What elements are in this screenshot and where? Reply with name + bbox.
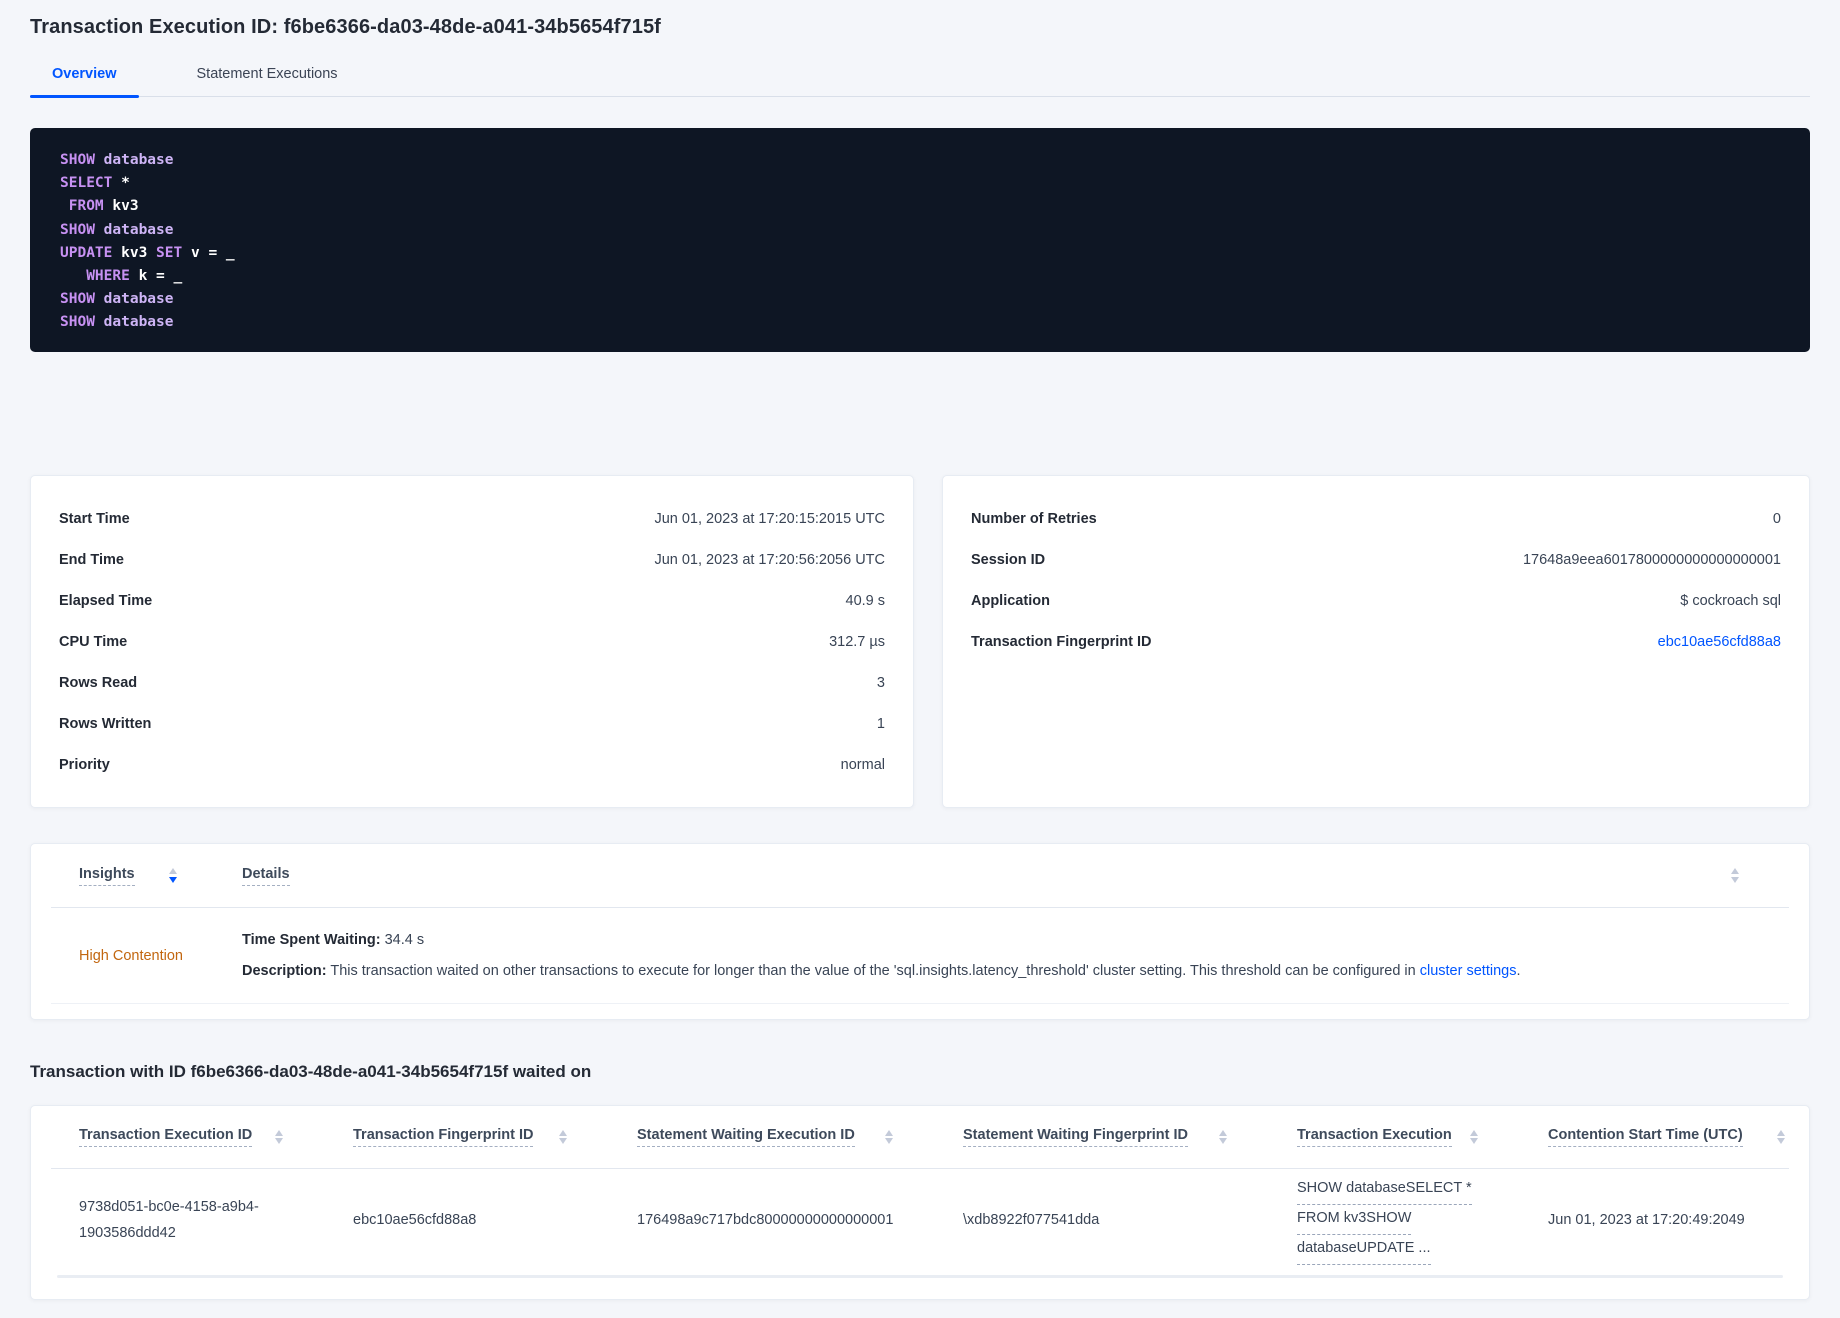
session-id-value: 17648a9eea6017800000000000000001 xyxy=(1522,551,1781,568)
cluster-settings-link[interactable]: cluster settings xyxy=(1420,963,1517,979)
summary-row: Number of Retries 0 xyxy=(971,510,1781,527)
tab-statement-executions[interactable]: Statement Executions xyxy=(175,66,360,96)
insight-details: Time Spent Waiting: 34.4 s Description: … xyxy=(242,925,1789,987)
sort-icon[interactable] xyxy=(1219,1129,1227,1145)
session-summary-card: Number of Retries 0 Session ID 17648a9eea6… xyxy=(942,475,1810,808)
sort-desc-icon xyxy=(885,1138,893,1145)
sql-line: SHOW database xyxy=(60,221,174,238)
cell-transaction-fingerprint-id: ebc10ae56cfd88a8 xyxy=(353,1212,477,1228)
waited-on-table-card: Transaction Execution ID Transaction Fin… xyxy=(30,1105,1810,1300)
summary-row: Rows Written 1 xyxy=(59,715,885,732)
execution-summary-card: Start Time Jun 01, 2023 at 17:20:15:2015 … xyxy=(30,475,914,808)
sql-line: UPDATE kv3 SET v = _ xyxy=(60,244,235,261)
summary-row: Elapsed Time 40.9 s xyxy=(59,592,886,609)
waited-on-heading: Transaction with ID f6be6366-da03-48de-a… xyxy=(30,1062,592,1081)
sort-asc-icon xyxy=(1777,1129,1785,1136)
sort-asc-icon xyxy=(885,1129,893,1136)
summary-row: Rows Read 3 xyxy=(59,674,885,691)
row-divider xyxy=(57,1275,1783,1278)
rows-read-value: 3 xyxy=(876,674,885,691)
insight-type-label: High Contention xyxy=(79,947,183,964)
summary-row: Start Time Jun 01, 2023 at 17:20:15:2015 … xyxy=(59,510,885,527)
transaction-fingerprint-link[interactable]: ebc10ae56cfd88a8 xyxy=(1658,634,1781,650)
rows-written-value: 1 xyxy=(876,715,885,732)
summary-row: Priority normal xyxy=(59,756,885,773)
summary-row: CPU Time 312.7 µs xyxy=(59,633,885,650)
sql-line: WHERE k = _ xyxy=(60,268,183,285)
details-column-header[interactable]: Details xyxy=(242,866,290,886)
waited-on-table-header: Transaction Execution ID Transaction Fin… xyxy=(51,1106,1789,1169)
waited-on-table-row: 9738d051-bc0e-4158-a9b4- 1903586ddd42 eb… xyxy=(51,1169,1789,1271)
sort-desc-icon xyxy=(1731,876,1739,883)
insights-column-header[interactable]: Insights xyxy=(51,866,242,886)
column-header-contention-start-time[interactable]: Contention Start Time (UTC) xyxy=(1520,1127,1789,1147)
sort-icon[interactable] xyxy=(559,1129,567,1145)
sort-desc-icon xyxy=(1470,1138,1478,1145)
sort-icon[interactable] xyxy=(1731,868,1739,883)
time-spent-waiting-line: Time Spent Waiting: 34.4 s xyxy=(242,931,425,948)
sql-line: SELECT * xyxy=(60,175,130,192)
sort-desc-icon xyxy=(1219,1138,1227,1145)
insights-table-header: Insights Details xyxy=(51,844,1789,908)
elapsed-time-value: 40.9 s xyxy=(845,592,886,609)
column-header-statement-waiting-fingerprint-id[interactable]: Statement Waiting Fingerprint ID xyxy=(935,1127,1269,1147)
sort-desc-icon xyxy=(275,1138,283,1145)
tab-bar: Overview Statement Executions xyxy=(30,56,1810,98)
sort-desc-icon xyxy=(168,876,177,883)
cell-statement-waiting-execution-id: 176498a9c717bdc80000000000000001 xyxy=(637,1212,894,1228)
sort-asc-icon xyxy=(559,1129,567,1136)
summary-row: Session ID 17648a9eea60178000000000000000… xyxy=(971,551,1781,568)
tab-overview[interactable]: Overview xyxy=(30,66,139,98)
sql-line: SHOW database xyxy=(60,152,174,168)
sort-icon[interactable] xyxy=(1470,1129,1478,1145)
sort-asc-icon xyxy=(1219,1129,1227,1136)
cell-transaction-execution-id: 9738d051-bc0e-4158-a9b4- 1903586ddd42 xyxy=(79,1199,259,1241)
summary-row: End Time Jun 01, 2023 at 17:20:56:2056 UT… xyxy=(59,551,885,568)
insights-card: Insights Details High Contention Time Sp… xyxy=(30,843,1810,1020)
sort-icon[interactable] xyxy=(275,1129,283,1145)
column-header-statement-waiting-execution-id[interactable]: Statement Waiting Execution ID xyxy=(609,1127,935,1147)
cell-statement-waiting-fingerprint-id: \xdb8922f077541dda xyxy=(963,1212,1100,1228)
sort-desc-icon xyxy=(1777,1138,1785,1145)
sort-icon[interactable] xyxy=(1777,1129,1785,1145)
sort-asc-icon xyxy=(275,1129,283,1136)
sort-icon[interactable] xyxy=(885,1129,893,1145)
column-header-transaction-fingerprint-id[interactable]: Transaction Fingerprint ID xyxy=(325,1127,609,1147)
sql-line: SHOW database xyxy=(60,314,174,331)
priority-value: normal xyxy=(840,756,885,773)
page-title: Transaction Execution ID: f6be6366-da03-… xyxy=(30,16,661,38)
retries-value: 0 xyxy=(1772,510,1781,527)
summary-row: Application $ cockroach sql xyxy=(971,592,1781,609)
sql-statements-box: SHOW database SELECT * FROM kv3 SHOW dat… xyxy=(30,128,1810,352)
sort-icon[interactable] xyxy=(168,868,177,883)
sort-desc-icon xyxy=(559,1138,567,1145)
cell-contention-start-time: Jun 01, 2023 at 17:20:49:2049 xyxy=(1548,1212,1745,1228)
sql-line: SHOW database xyxy=(60,291,174,308)
column-header-transaction-execution[interactable]: Transaction Execution xyxy=(1269,1127,1520,1147)
sort-asc-icon xyxy=(1470,1129,1478,1136)
summary-row: Transaction Fingerprint ID ebc10ae56cfd88… xyxy=(971,633,1781,650)
end-time-value: Jun 01, 2023 at 17:20:56:2056 UTC xyxy=(654,551,885,568)
insight-description-line: Description: This transaction waited on … xyxy=(242,962,1521,979)
start-time-value: Jun 01, 2023 at 17:20:15:2015 UTC xyxy=(654,510,885,527)
sort-asc-icon xyxy=(1731,868,1739,875)
column-header-transaction-execution-id[interactable]: Transaction Execution ID xyxy=(51,1127,325,1147)
transaction-execution-statement-link[interactable]: SHOW databaseSELECT * FROM kv3SHOW datab… xyxy=(1269,1175,1520,1265)
application-value: $ cockroach sql xyxy=(1680,592,1781,609)
insight-row: High Contention Time Spent Waiting: 34.4… xyxy=(51,908,1789,1004)
transaction-execution-details-page: Transaction Execution ID: f6be6366-da03-… xyxy=(0,0,1840,1318)
sql-line: FROM kv3 xyxy=(60,198,139,215)
cpu-time-value: 312.7 µs xyxy=(829,633,885,650)
sort-asc-icon xyxy=(168,868,177,875)
